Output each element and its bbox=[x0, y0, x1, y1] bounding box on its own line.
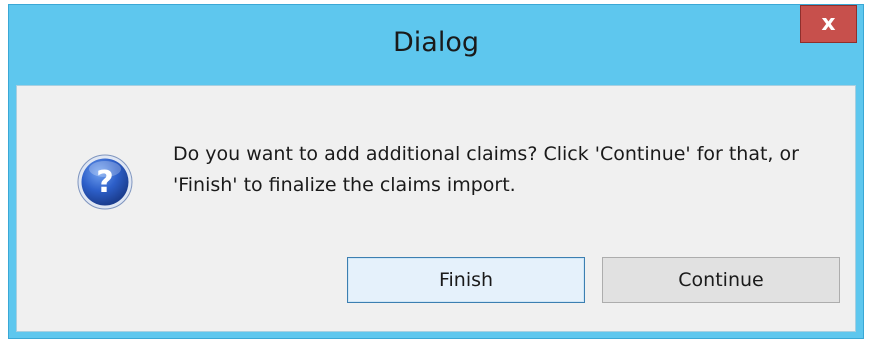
continue-button[interactable]: Continue bbox=[602, 257, 840, 303]
window-title: Dialog bbox=[393, 27, 479, 58]
svg-text:?: ? bbox=[96, 165, 113, 200]
close-icon: x bbox=[821, 11, 836, 36]
question-icon: ? bbox=[77, 154, 133, 210]
finish-button[interactable]: Finish bbox=[347, 257, 585, 303]
dialog-window: Dialog x ? Do you want to add additional… bbox=[8, 4, 864, 339]
dialog-body: ? Do you want to add additional claims? … bbox=[16, 85, 856, 332]
title-bar[interactable]: Dialog x bbox=[9, 5, 863, 85]
close-button[interactable]: x bbox=[800, 5, 857, 43]
dialog-message: Do you want to add additional claims? Cl… bbox=[173, 143, 799, 196]
